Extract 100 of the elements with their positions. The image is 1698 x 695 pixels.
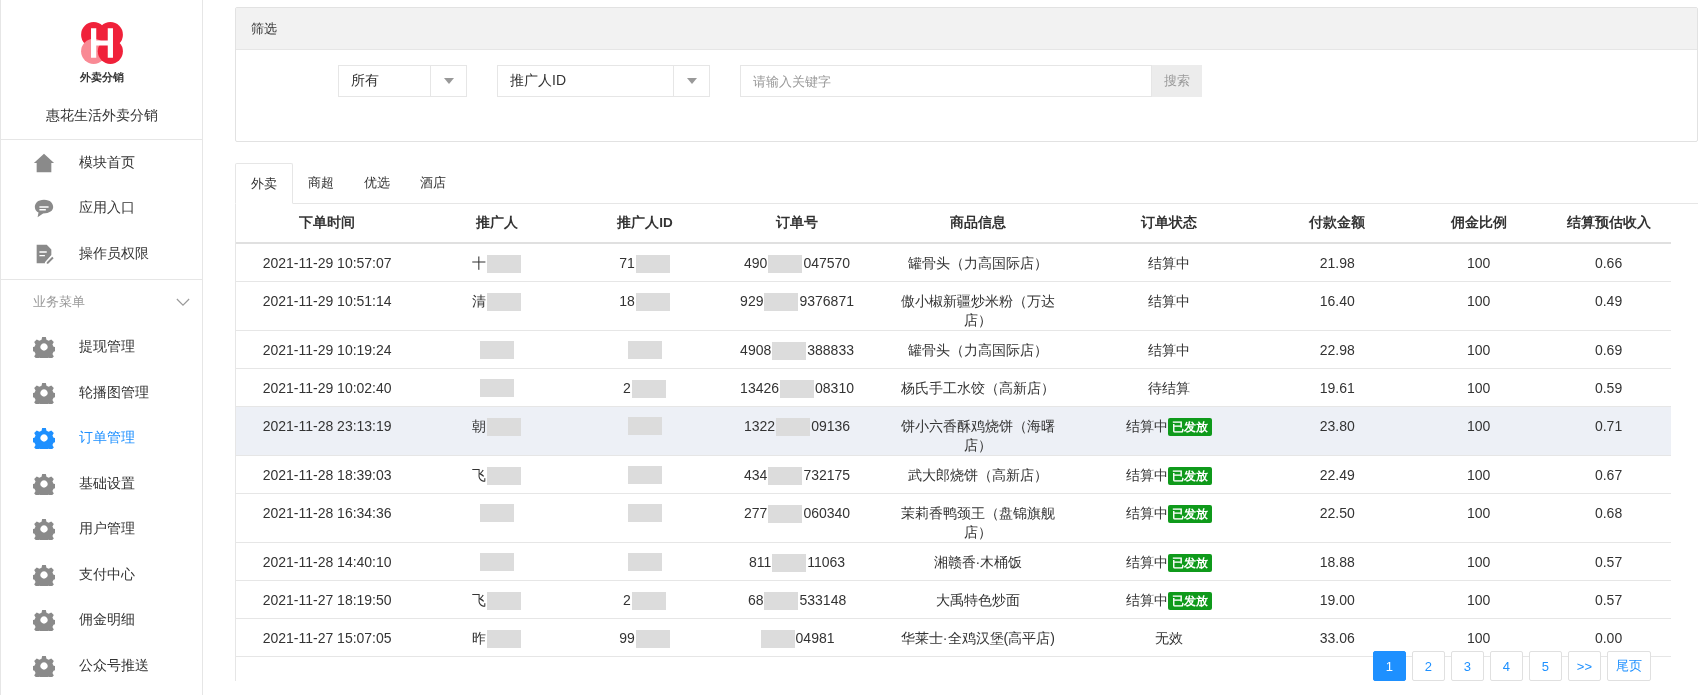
gear-icon (33, 518, 55, 541)
table-cell: 732175 (803, 466, 851, 485)
table-cell: 0.71 (1594, 418, 1623, 434)
gear-icon (33, 381, 55, 404)
blur-patch (635, 254, 670, 273)
table-cell: 100 (1466, 505, 1491, 521)
table-cell: 100 (1466, 255, 1491, 271)
blur-patch (487, 629, 522, 648)
blur-patch (487, 292, 522, 311)
table-cell: 68 (747, 591, 764, 610)
table-cell: 茉莉香鸭颈王（盘锦旗舰店） (900, 505, 1055, 540)
menu-item[interactable]: 轮播图管理 (1, 370, 202, 416)
status-text: 结算中 (1148, 292, 1191, 311)
table-cell: 22.50 (1319, 505, 1355, 521)
table-cell: 0.66 (1594, 255, 1623, 271)
blur-patch (764, 591, 799, 610)
table-cell: 23.80 (1319, 418, 1355, 434)
table-cell: 18 (619, 292, 635, 311)
table-cell: 434 (744, 466, 768, 485)
menu-item[interactable]: 公众号推送 (1, 643, 202, 689)
table-cell: 0.68 (1594, 505, 1623, 521)
table-cell: 33.06 (1319, 630, 1355, 646)
menu-item[interactable]: 模块首页 (1, 140, 202, 186)
table-cell: 047570 (803, 254, 851, 273)
table-cell: 清 (472, 292, 487, 311)
blur-patch (768, 466, 803, 485)
table-cell: 0.67 (1594, 467, 1623, 483)
select-dropdown[interactable]: 推广人ID (497, 65, 710, 97)
table-cell: 533148 (799, 591, 847, 610)
status-badge: 已发放 (1168, 466, 1213, 485)
table-cell: 华莱士·全鸡汉堡(高平店) (900, 630, 1055, 646)
table-cell: 湘赣香·木桶饭 (933, 554, 1023, 570)
menu-item[interactable]: 佣金明细 (1, 597, 202, 643)
blur-patch (635, 292, 670, 311)
blur-patch (764, 292, 799, 311)
keyword-input[interactable]: 请输入关键字 (740, 65, 1152, 97)
status-badge: 已发放 (1168, 417, 1213, 436)
blur-patch (487, 591, 522, 610)
select-dropdown[interactable]: 所有 (338, 65, 467, 97)
menu-item[interactable]: 操作员权限 (1, 231, 202, 277)
table-cell: 277 (744, 504, 768, 523)
gear-icon (33, 336, 55, 359)
table-cell: 100 (1466, 342, 1491, 358)
blur-patch (627, 341, 662, 359)
blur-patch (768, 504, 803, 523)
table-cell: 0.49 (1594, 293, 1623, 309)
table-cell: 武大郎烧饼（高新店） (907, 467, 1048, 483)
tab[interactable]: 商超 (293, 163, 349, 203)
status-badge: 已发放 (1168, 591, 1213, 610)
status-text: 结算中 (1126, 553, 1169, 572)
table-cell: 100 (1466, 467, 1491, 483)
blur-patch (627, 466, 662, 484)
table-cell: 100 (1466, 380, 1491, 396)
menu-item[interactable]: 基础设置 (1, 461, 202, 507)
table-cell: 罐骨头（力高国际店） (907, 342, 1048, 358)
table-cell: 杨氏手工水饺（高新店） (900, 380, 1055, 396)
blur-patch (480, 504, 515, 522)
table-cell: 16.40 (1319, 293, 1355, 309)
table-cell: 490 (744, 254, 768, 273)
table-cell: 71 (619, 254, 635, 273)
table-cell: 22.98 (1319, 342, 1355, 358)
menu-item[interactable]: 提现管理 (1, 324, 202, 370)
table-cell: 13426 (740, 379, 780, 398)
table-cell: 2021-11-27 18:19:50 (262, 592, 392, 608)
table-cell: 11063 (807, 553, 846, 572)
blur-patch (480, 553, 515, 571)
status-text: 无效 (1155, 629, 1184, 648)
table-cell: 飞 (472, 591, 487, 610)
table-cell: 22.49 (1319, 467, 1355, 483)
table-cell: 2021-11-29 10:57:07 (262, 255, 392, 271)
table-cell: 9376871 (799, 292, 854, 311)
gear-icon (33, 427, 55, 450)
blur-patch (780, 379, 815, 398)
table-cell: 04981 (795, 629, 835, 648)
menu-item[interactable]: 用户管理 (1, 506, 202, 552)
blur-patch (760, 629, 795, 648)
table-cell: 大禹特色炒面 (935, 592, 1020, 608)
table-cell: 811 (748, 553, 772, 572)
status-text: 结算中 (1126, 466, 1169, 485)
status-text: 结算中 (1148, 254, 1191, 273)
tab[interactable]: 优选 (349, 163, 405, 203)
tab[interactable]: 酒店 (405, 163, 461, 203)
tab[interactable]: 外卖 (235, 163, 293, 204)
blur-patch (480, 379, 515, 397)
status-text: 结算中 (1126, 417, 1169, 436)
blur-patch (487, 254, 522, 273)
chat-icon (33, 197, 55, 220)
table-cell: 傲小椒新疆炒米粉（万达店） (900, 293, 1055, 328)
caret-icon (686, 78, 697, 84)
blur-patch (487, 466, 522, 485)
panel-title: 筛选 (251, 19, 277, 38)
table-cell: 0.00 (1594, 630, 1623, 646)
gear-icon (33, 472, 55, 495)
menu-item[interactable]: 支付中心 (1, 552, 202, 598)
menu-item[interactable]: 应用入口 (1, 185, 202, 231)
status-badge: 已发放 (1168, 504, 1213, 523)
caret-icon (443, 78, 454, 84)
blur-patch (631, 379, 666, 398)
table-cell: 2 (623, 379, 631, 398)
table-cell: 1322 (744, 417, 776, 436)
